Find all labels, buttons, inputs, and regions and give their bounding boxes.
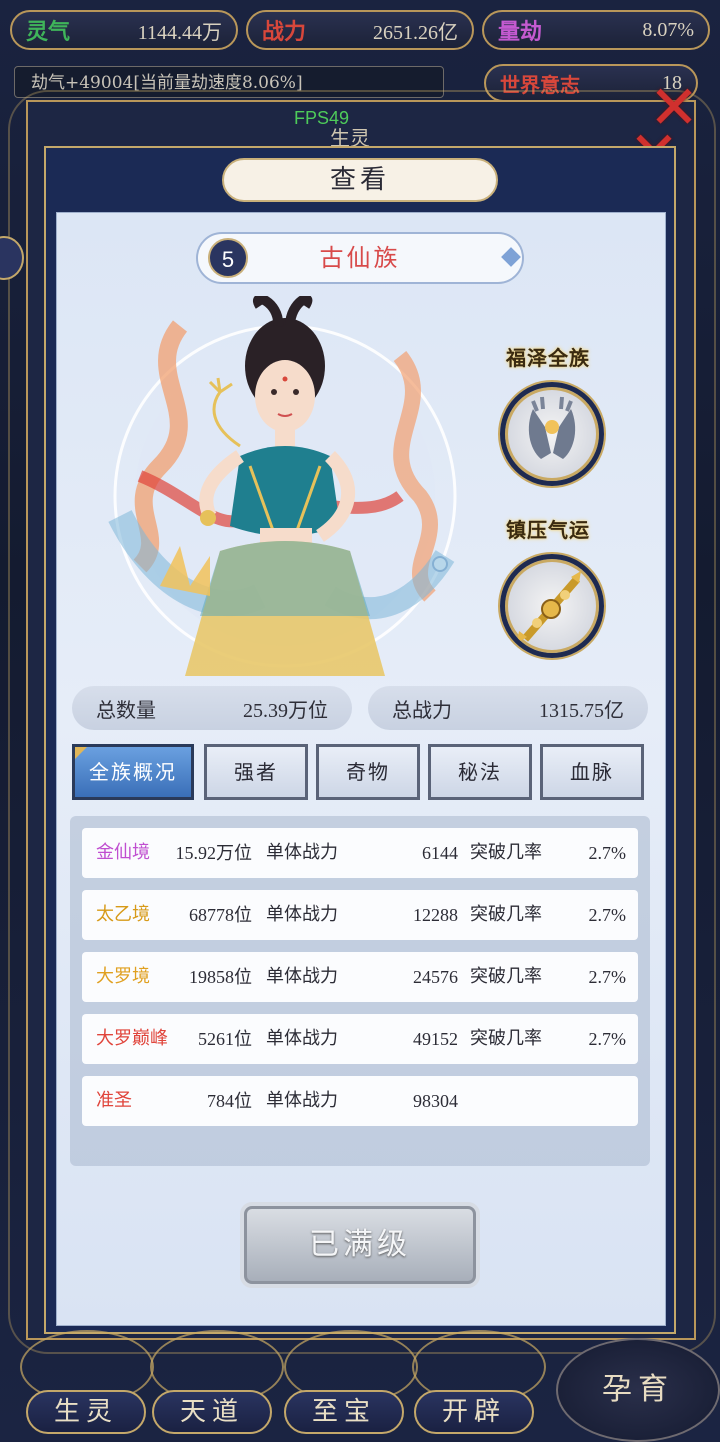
realm-power: 24576	[413, 967, 458, 987]
tab-strongest[interactable]: 强者	[204, 744, 308, 800]
table-row: 大罗境 19858位 单体战力 24576 突破几率 2.7%	[82, 952, 638, 1002]
total-count-value: 25.39万位	[243, 699, 328, 722]
realm-power: 12288	[413, 905, 458, 925]
realm-power: 6144	[422, 843, 458, 863]
total-count-label: 总数量	[96, 697, 156, 722]
race-name: 古仙族	[319, 244, 401, 272]
power-label: 单体战力	[266, 1090, 338, 1111]
power-label: 单体战力	[266, 966, 338, 987]
breakthrough-rate: 2.7%	[588, 905, 627, 925]
realm-name: 准圣	[96, 1090, 132, 1111]
stat-zhanli: 战力 2651.26亿	[246, 10, 474, 50]
realm-count: 784位	[207, 1091, 252, 1111]
table-row: 太乙境 68778位 单体战力 12288 突破几率 2.7%	[82, 890, 638, 940]
panel-title: 查看	[222, 158, 498, 202]
tab-overview[interactable]: 全族概况	[72, 744, 194, 800]
total-power: 总战力 1315.75亿	[368, 686, 648, 730]
realm-name: 太乙境	[96, 904, 150, 925]
stat-lingqi: 灵气 1144.44万	[10, 10, 238, 50]
trait-label: 镇压气运	[506, 518, 590, 542]
stat-zhanli-value: 2651.26亿	[373, 21, 458, 44]
breakthrough-rate: 2.7%	[588, 843, 627, 863]
stat-liangjie-value: 8.07%	[642, 18, 694, 41]
realm-power: 49152	[413, 1029, 458, 1049]
power-label: 单体战力	[266, 842, 338, 863]
realm-count: 68778位	[189, 905, 252, 925]
stat-lingqi-label: 灵气	[26, 19, 71, 45]
nav-treasure[interactable]: 至宝	[284, 1390, 404, 1434]
rate-label: 突破几率	[470, 904, 542, 925]
realm-name: 大罗境	[96, 966, 150, 987]
nurture-button[interactable]: 孕育	[556, 1338, 720, 1442]
tab-treasures[interactable]: 奇物	[316, 744, 420, 800]
realm-name: 金仙境	[96, 842, 150, 863]
race-portrait	[100, 293, 470, 676]
total-count: 总数量 25.39万位	[72, 686, 352, 730]
realm-table: 金仙境 15.92万位 单体战力 6144 突破几率 2.7% 太乙境 6877…	[70, 816, 650, 1166]
realm-count: 15.92万位	[175, 843, 253, 863]
fps-counter: FPS49	[294, 108, 350, 128]
immortal-woman-illustration	[108, 293, 457, 676]
stat-liangjie-label: 量劫	[498, 19, 543, 45]
stat-lingqi-value: 1144.44万	[137, 21, 222, 44]
realm-count: 5261位	[198, 1029, 252, 1049]
max-level-button[interactable]: 已满级	[244, 1206, 476, 1284]
nav-heavenly-dao[interactable]: 天道	[152, 1390, 272, 1434]
realm-name: 大罗巅峰	[96, 1028, 168, 1049]
power-label: 单体战力	[266, 1028, 338, 1049]
golden-vajra-icon[interactable]	[500, 554, 604, 658]
table-row: 金仙境 15.92万位 单体战力 6144 突破几率 2.7%	[82, 828, 638, 878]
stat-liangjie: 量劫 8.07%	[482, 10, 710, 50]
total-power-label: 总战力	[392, 697, 452, 722]
breakthrough-rate: 2.7%	[588, 1029, 627, 1049]
rate-label: 突破几率	[470, 842, 542, 863]
nav-creation[interactable]: 开辟	[414, 1390, 534, 1434]
total-power-value: 1315.75亿	[539, 699, 624, 722]
tab-secret-arts[interactable]: 秘法	[428, 744, 532, 800]
tab-bloodline[interactable]: 血脉	[540, 744, 644, 800]
table-row: 大罗巅峰 5261位 单体战力 49152 突破几率 2.7%	[82, 1014, 638, 1064]
power-label: 单体战力	[266, 904, 338, 925]
realm-count: 19858位	[189, 967, 252, 987]
breakthrough-rate: 2.7%	[588, 967, 627, 987]
nav-creatures[interactable]: 生灵	[26, 1390, 146, 1434]
stat-zhanli-label: 战力	[262, 19, 307, 45]
rate-label: 突破几率	[470, 966, 542, 987]
realm-power: 98304	[413, 1091, 458, 1111]
trait-label: 福泽全族	[506, 346, 590, 370]
race-banner: 5 古仙族	[196, 232, 524, 284]
blessing-hands-icon[interactable]	[500, 382, 604, 486]
rate-label: 突破几率	[470, 1028, 542, 1049]
table-row: 准圣 784位 单体战力 98304	[82, 1076, 638, 1126]
